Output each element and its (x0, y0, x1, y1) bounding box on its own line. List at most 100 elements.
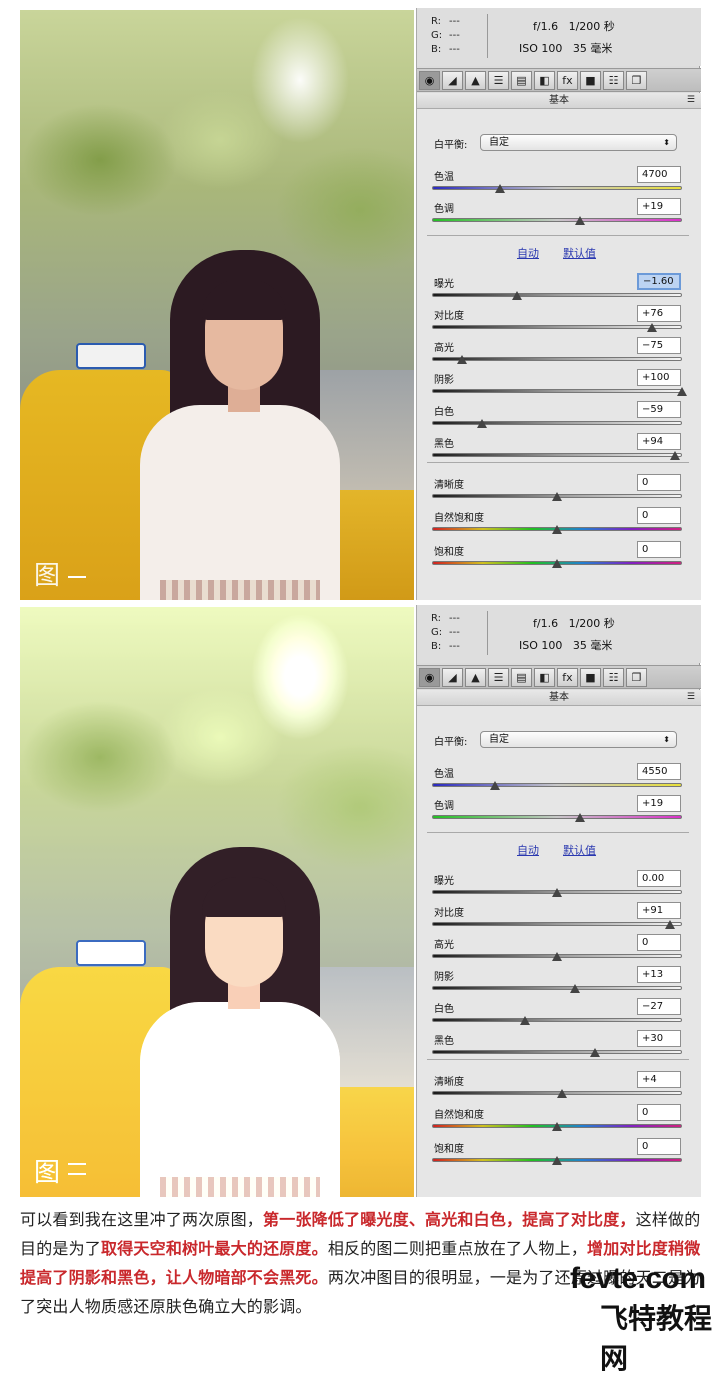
auto-link[interactable]: 自动 (517, 842, 539, 858)
lens-icon[interactable]: ◧ (534, 668, 555, 687)
white-balance-select[interactable]: 自定 ⬍ (480, 731, 677, 748)
slider-thumb[interactable] (664, 920, 675, 929)
menu-icon[interactable]: ☰ (687, 690, 695, 705)
blouse (140, 405, 340, 600)
slider-value-input[interactable]: +94 (637, 433, 681, 450)
aperture-icon[interactable]: ◉ (419, 668, 440, 687)
hsl-icon[interactable]: ☰ (488, 71, 509, 90)
slider-value-input[interactable]: 0 (637, 1138, 681, 1155)
slider-track[interactable] (432, 986, 682, 990)
slider-thumb[interactable] (519, 1016, 530, 1025)
slider-value-input[interactable]: 0 (637, 541, 681, 558)
slider-thumb[interactable] (489, 781, 500, 790)
slider-value-input[interactable]: −75 (637, 337, 681, 354)
slider-track[interactable] (432, 357, 682, 361)
slider-value-input[interactable]: +100 (637, 369, 681, 386)
slider-track[interactable] (432, 389, 682, 393)
slider-thumb[interactable] (552, 525, 562, 534)
slider-thumb[interactable] (557, 1089, 567, 1098)
slider-thumb[interactable] (574, 813, 585, 822)
slider-value-input[interactable]: 0 (637, 507, 681, 524)
white-balance-select[interactable]: 自定 ⬍ (480, 134, 677, 151)
info-bar: R: --- G: --- B: --- f/1.6 1/200 秒 ISO 100 35 毫… (417, 8, 701, 66)
slider-thumb[interactable] (669, 451, 680, 460)
slider-thumb[interactable] (552, 1122, 562, 1131)
aperture-icon[interactable]: ◉ (419, 71, 440, 90)
photo-1: 图 (20, 10, 414, 600)
exposure-info: f/1.6 1/200 秒 (533, 615, 703, 631)
divider (427, 235, 689, 236)
badge-mark (68, 1163, 86, 1165)
camera-icon[interactable]: ■ (580, 71, 601, 90)
lens-icon[interactable]: ◧ (534, 71, 555, 90)
split-icon[interactable]: ▤ (511, 71, 532, 90)
slider-track[interactable] (432, 453, 682, 457)
slider-thumb[interactable] (512, 291, 522, 300)
hsl-icon[interactable]: ☰ (488, 668, 509, 687)
slider-thumb[interactable] (477, 419, 487, 428)
divider (427, 462, 689, 463)
slider-value-input[interactable]: 0.00 (637, 870, 681, 887)
slider-value-input[interactable]: +19 (637, 198, 681, 215)
menu-icon[interactable]: ☰ (687, 93, 695, 108)
slider-track[interactable] (432, 325, 682, 329)
mountain-icon[interactable]: ▲ (465, 668, 486, 687)
slider-value-input[interactable]: 0 (637, 934, 681, 951)
slider-track[interactable] (432, 293, 682, 297)
slider-value-input[interactable]: 0 (637, 1104, 681, 1121)
slider-thumb[interactable] (552, 888, 562, 897)
slider-value-input[interactable]: +13 (637, 966, 681, 983)
slider-track[interactable] (432, 815, 682, 819)
g-value: --- (449, 30, 460, 41)
slider-value-input[interactable]: +76 (637, 305, 681, 322)
slider-thumb[interactable] (552, 559, 562, 568)
split-icon[interactable]: ▤ (511, 668, 532, 687)
slider-value-input[interactable]: +4 (637, 1071, 681, 1088)
fx-icon[interactable]: fx (557, 71, 578, 90)
slider-value-input[interactable]: 4700 (637, 166, 681, 183)
slider-thumb[interactable] (647, 323, 657, 332)
slider-thumb[interactable] (574, 216, 585, 225)
slider-track[interactable] (432, 421, 682, 425)
slider-thumb[interactable] (589, 1048, 600, 1057)
slider-value-input[interactable]: +19 (637, 795, 681, 812)
slider-thumb[interactable] (552, 492, 562, 501)
slider-thumb[interactable] (677, 387, 687, 396)
auto-link[interactable]: 自动 (517, 245, 539, 261)
presets-icon[interactable]: ☷ (603, 71, 624, 90)
curve-icon[interactable]: ◢ (442, 71, 463, 90)
section-header: 基本 ☰ (417, 690, 701, 706)
fx-icon[interactable]: fx (557, 668, 578, 687)
curve-icon[interactable]: ◢ (442, 668, 463, 687)
slider-track[interactable] (432, 783, 682, 787)
snapshots-icon[interactable]: ❐ (626, 71, 647, 90)
camera-icon[interactable]: ■ (580, 668, 601, 687)
slider-value-input[interactable]: 4550 (637, 763, 681, 780)
slider-track[interactable] (432, 186, 682, 190)
mountain-icon[interactable]: ▲ (465, 71, 486, 90)
slider-value-input[interactable]: −27 (637, 998, 681, 1015)
snapshots-icon[interactable]: ❐ (626, 668, 647, 687)
slider-value-input[interactable]: −1.60 (637, 273, 681, 290)
slider-value-input[interactable]: +91 (637, 902, 681, 919)
aperture: f/1.6 (533, 20, 559, 33)
slider-thumb[interactable] (552, 952, 562, 961)
slider-track[interactable] (432, 218, 682, 222)
slider-track[interactable] (432, 922, 682, 926)
slider-track[interactable] (432, 1050, 682, 1054)
slider-thumb[interactable] (457, 355, 467, 364)
presets-icon[interactable]: ☷ (603, 668, 624, 687)
g-value: --- (449, 627, 460, 638)
slider-thumb[interactable] (569, 984, 580, 993)
slider-label: 高光 (434, 343, 454, 354)
slider-value-input[interactable]: 0 (637, 474, 681, 491)
slider-track[interactable] (432, 1018, 682, 1022)
slider-thumb[interactable] (494, 184, 505, 193)
section-header: 基本 ☰ (417, 93, 701, 109)
slider-value-input[interactable]: −59 (637, 401, 681, 418)
g-readout: G: --- (431, 627, 491, 638)
default-link[interactable]: 默认值 (563, 842, 596, 858)
default-link[interactable]: 默认值 (563, 245, 596, 261)
slider-value-input[interactable]: +30 (637, 1030, 681, 1047)
slider-thumb[interactable] (552, 1156, 562, 1165)
